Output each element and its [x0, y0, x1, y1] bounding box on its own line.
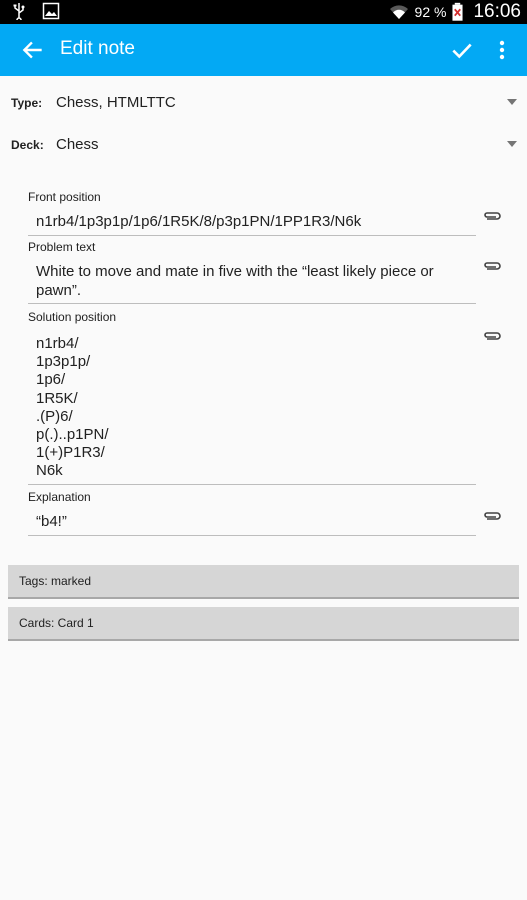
check-icon[interactable] [449, 37, 475, 63]
image-icon [42, 2, 60, 20]
attachment-icon[interactable] [482, 210, 502, 222]
solution-line: 1R5K/ [36, 389, 78, 407]
field-label: Problem text [28, 240, 96, 254]
solution-line: n1rb4/ [36, 335, 79, 352]
solution-line: 1(+)P1R3/ [36, 444, 105, 462]
attachment-icon[interactable] [482, 260, 502, 272]
field-label: Explanation [28, 490, 91, 504]
cards-label: Cards: Card 1 [19, 616, 94, 630]
field-problem-text: Problem text White to move and mate in f… [28, 240, 527, 304]
field-explanation: Explanation “b4!” [28, 490, 527, 536]
solution-line: N6k [36, 462, 63, 480]
field-label: Front position [28, 190, 101, 204]
problem-text-input[interactable]: White to move and mate in five with the … [28, 262, 476, 304]
front-position-input[interactable]: n1rb4/1p3p1p/1p6/1R5K/8/p3p1PN/1PP1R3/N6… [28, 212, 476, 236]
wifi-icon [389, 5, 408, 20]
clock: 16:06 [473, 1, 521, 22]
field-front-position: Front position n1rb4/1p3p1p/1p6/1R5K/8/p… [28, 190, 527, 236]
battery-icon [452, 2, 463, 21]
type-dropdown-icon[interactable] [507, 99, 517, 105]
field-solution-position: Solution position n1rb4/ 1p3p1p/ 1p6/ 1R… [28, 310, 527, 485]
type-value[interactable]: Chess, HTMLTTC [56, 94, 176, 111]
cards-button[interactable]: Cards: Card 1 [8, 607, 519, 641]
type-label: Type: [11, 96, 43, 110]
back-arrow-icon[interactable] [20, 37, 46, 63]
attachment-icon[interactable] [482, 510, 502, 522]
solution-position-input[interactable]: n1rb4/ 1p3p1p/ 1p6/ 1R5K/ .(P)6/ p(.)..p… [28, 335, 476, 485]
problem-text-line: White to move and mate in five with the … [36, 263, 434, 280]
solution-line: p(.)..p1PN/ [36, 426, 109, 444]
solution-line: 1p6/ [36, 371, 66, 389]
deck-selector[interactable]: Deck: Chess [0, 128, 527, 164]
type-selector[interactable]: Type: Chess, HTMLTTC [0, 86, 527, 122]
page-title: Edit note [60, 38, 135, 59]
explanation-input[interactable]: “b4!” [28, 512, 476, 536]
more-vert-icon[interactable] [493, 37, 511, 63]
field-label: Solution position [28, 310, 117, 324]
app-bar: Edit note [0, 24, 527, 76]
usb-icon [13, 3, 25, 20]
deck-label: Deck: [11, 138, 44, 152]
solution-line: .(P)6/ [36, 407, 73, 425]
tags-label: Tags: marked [19, 574, 92, 588]
deck-dropdown-icon[interactable] [507, 141, 517, 147]
solution-line: 1p3p1p/ [36, 353, 91, 371]
attachment-icon[interactable] [482, 330, 502, 342]
deck-value[interactable]: Chess [56, 136, 99, 153]
battery-percent: 92 % [414, 4, 447, 20]
tags-button[interactable]: Tags: marked [8, 565, 519, 599]
problem-text-line: pawn”. [36, 282, 82, 299]
status-bar: 92 % 16:06 [0, 0, 527, 24]
